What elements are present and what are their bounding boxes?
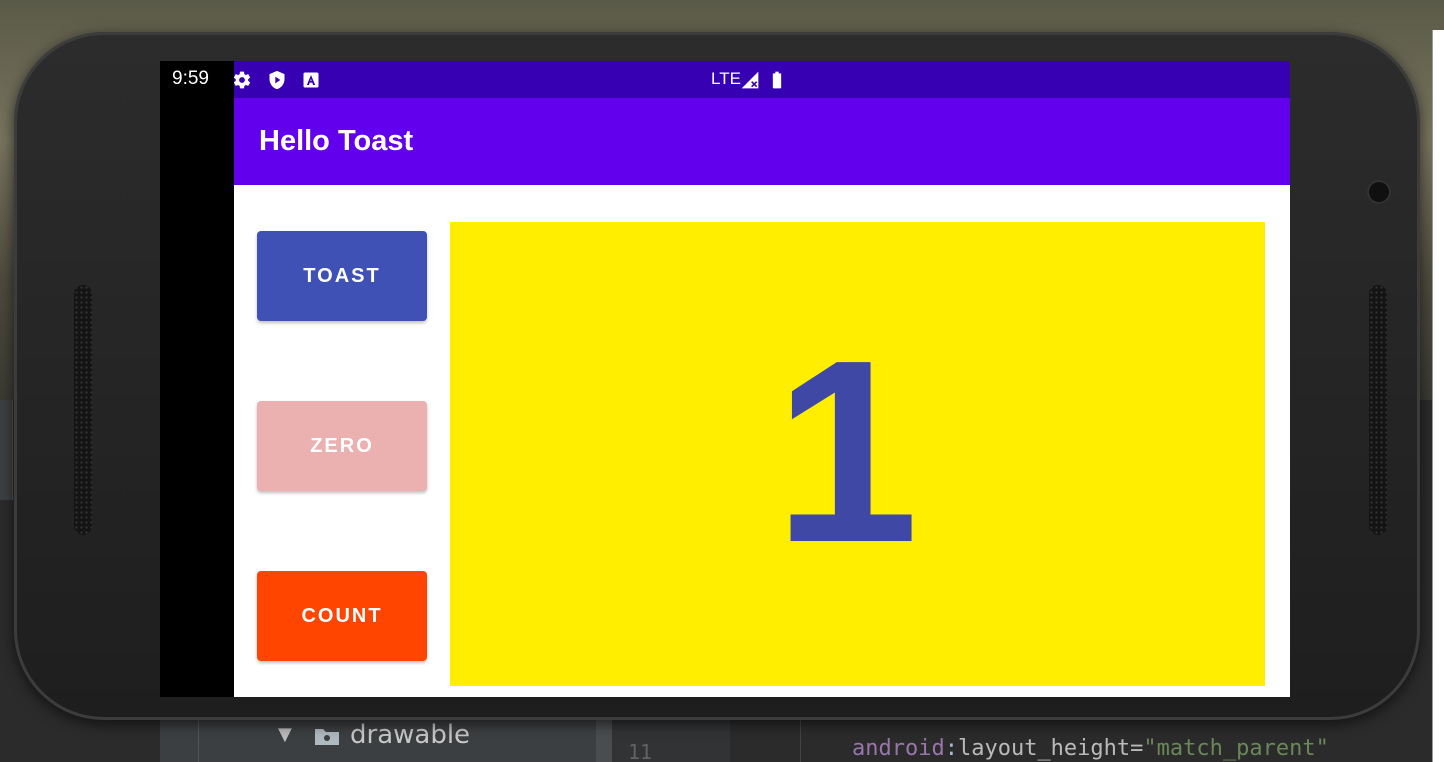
code-namespace: android [852,736,945,761]
zero-button[interactable]: ZERO [257,401,427,491]
app-title: Hello Toast [259,125,414,157]
ide-right-panel [1432,30,1444,762]
line-number: 11 [628,740,653,762]
toast-button[interactable]: TOAST [257,231,427,321]
camera-icon [1367,180,1391,204]
app-bar: Hello Toast [234,98,1290,185]
accessibility-icon [303,72,319,88]
main-content: TOAST ZERO COUNT 1 [234,185,1290,697]
ide-side-panel[interactable] [0,400,13,500]
network-type: LTE [711,69,741,88]
status-time: 9:59 [172,68,209,89]
count-button[interactable]: COUNT [257,571,427,661]
gear-icon [233,71,251,89]
signal-icon [741,71,759,89]
speaker-grille-right [1369,285,1387,535]
folder-icon [315,729,339,745]
navigation-area [160,98,234,697]
emulator-screen: 9:59 LTE Hello Toast TOAST ZERO COUNT 1 [160,61,1290,697]
speaker-grille-left [74,285,92,535]
count-value: 1 [774,307,919,597]
code-separator: : [944,736,958,761]
expand-arrow-icon[interactable]: ▼ [278,724,292,745]
tree-item-drawable[interactable]: drawable [350,720,470,750]
code-attribute: layout_height= [957,736,1144,761]
count-panel: 1 [450,222,1265,686]
battery-icon [772,71,782,89]
code-line[interactable]: android:layout_height="match_parent" [852,736,1329,761]
status-bar: 9:59 LTE [160,61,1290,98]
shield-icon [269,70,285,90]
code-string: "match_parent" [1143,736,1329,761]
